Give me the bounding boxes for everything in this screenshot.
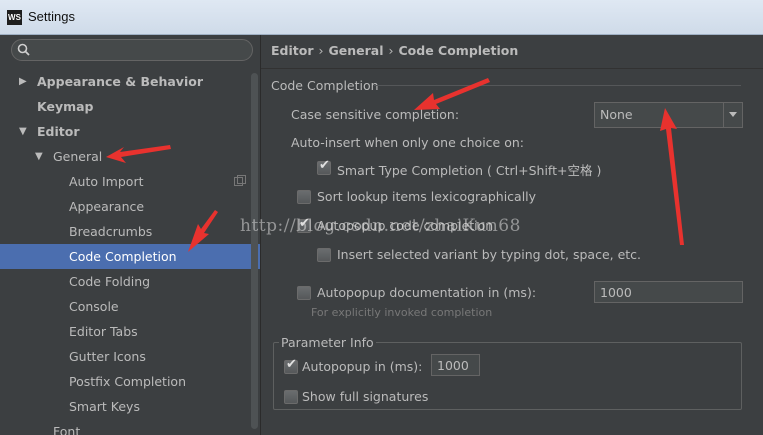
case-sensitive-select[interactable]: None — [594, 102, 743, 128]
tree-item-general[interactable]: ▼ General — [0, 144, 260, 169]
tree-item-auto-import[interactable]: Auto Import — [0, 169, 260, 194]
expand-arrow-icon[interactable]: ▶ — [19, 69, 27, 94]
settings-content-pane: Editor › General › Code Completion Code Comp… — [261, 35, 763, 435]
tree-item-postfix-completion[interactable]: Postfix Completion — [0, 369, 260, 394]
section-divider — [374, 85, 741, 86]
tree-item-gutter-icons[interactable]: Gutter Icons — [0, 344, 260, 369]
breadcrumb: Editor › General › Code Completion — [271, 43, 518, 58]
smart-type-checkbox[interactable]: ✔ — [317, 158, 331, 175]
tree-item-label: Postfix Completion — [69, 374, 186, 389]
tree-item-label: Keymap — [37, 99, 94, 114]
insert-selected-checkbox[interactable] — [317, 248, 331, 262]
param-autopopup-checkbox[interactable]: ✔ — [284, 357, 298, 374]
search-icon — [17, 43, 30, 56]
case-sensitive-value: None — [600, 107, 633, 122]
tree-item-appearance[interactable]: Appearance — [0, 194, 260, 219]
tree-item-label: General — [53, 149, 103, 164]
sort-lookup-checkbox[interactable] — [297, 190, 311, 204]
window-titlebar[interactable]: WS Settings — [0, 0, 763, 35]
tree-item-label: Code Completion — [69, 249, 177, 264]
tree-item-label: Appearance & Behavior — [37, 74, 203, 89]
tree-item-font[interactable]: Font — [0, 419, 260, 435]
tree-item-editor[interactable]: ▼ Editor — [0, 119, 260, 144]
tree-item-smart-keys[interactable]: Smart Keys — [0, 394, 260, 419]
tree-item-label: Breadcrumbs — [69, 224, 153, 239]
settings-search-input[interactable] — [11, 39, 253, 61]
tree-item-label: Font — [53, 424, 81, 435]
insert-selected-label: Insert selected variant by typing dot, s… — [337, 247, 642, 262]
case-sensitive-label: Case sensitive completion: — [291, 107, 460, 122]
webstorm-app-icon: WS — [7, 10, 22, 25]
checkmark-icon: ✔ — [299, 216, 310, 231]
autopopup-doc-label: Autopopup documentation in (ms): — [317, 285, 537, 300]
tree-item-label: Editor Tabs — [69, 324, 138, 339]
project-settings-copy-icon — [234, 175, 246, 186]
collapse-arrow-icon[interactable]: ▼ — [35, 144, 43, 169]
autopopup-doc-hint: For explicitly invoked completion — [311, 306, 493, 319]
show-full-signatures-label: Show full signatures — [302, 389, 429, 404]
tree-item-console[interactable]: Console — [0, 294, 260, 319]
collapse-arrow-icon[interactable]: ▼ — [19, 119, 27, 144]
tree-scrollbar[interactable] — [251, 73, 258, 429]
checkmark-icon: ✔ — [286, 357, 297, 372]
tree-item-label: Console — [69, 299, 119, 314]
chevron-down-icon[interactable] — [723, 103, 742, 127]
tree-item-label: Code Folding — [69, 274, 151, 289]
tree-item-code-folding[interactable]: Code Folding — [0, 269, 260, 294]
header-divider — [261, 68, 763, 69]
parameter-info-title: Parameter Info — [279, 335, 376, 350]
autopopup-doc-delay-input[interactable]: 1000 — [594, 281, 743, 303]
tree-item-code-completion[interactable]: Code Completion — [0, 244, 260, 269]
autopopup-code-label: Autopopup code completion — [317, 218, 494, 233]
show-full-signatures-checkbox[interactable] — [284, 390, 298, 404]
param-autopopup-label: Autopopup in (ms): — [302, 359, 423, 374]
tree-item-label: Smart Keys — [69, 399, 140, 414]
tree-item-label: Appearance — [69, 199, 145, 214]
breadcrumb-separator: › — [318, 43, 324, 58]
param-autopopup-delay-input[interactable]: 1000 — [431, 354, 480, 376]
parameter-info-group: Parameter Info ✔ Autopopup in (ms): 1000… — [273, 335, 742, 410]
tree-item-label: Gutter Icons — [69, 349, 146, 364]
autopopup-doc-checkbox[interactable] — [297, 286, 311, 300]
tree-item-label: Editor — [37, 124, 80, 139]
checkmark-icon: ✔ — [319, 158, 330, 173]
tree-item-keymap[interactable]: Keymap — [0, 94, 260, 119]
smart-type-label: Smart Type Completion ( Ctrl+Shift+空格 ) — [337, 163, 602, 178]
breadcrumb-separator: › — [388, 43, 394, 58]
window-title: Settings — [28, 9, 75, 24]
breadcrumb-item-code-completion: Code Completion — [398, 43, 519, 58]
autopopup-code-checkbox[interactable]: ✔ — [297, 216, 311, 233]
tree-item-appearance-behavior[interactable]: ▶ Appearance & Behavior — [0, 69, 260, 94]
tree-item-editor-tabs[interactable]: Editor Tabs — [0, 319, 260, 344]
tree-item-breadcrumbs[interactable]: Breadcrumbs — [0, 219, 260, 244]
breadcrumb-item-editor: Editor — [271, 43, 314, 58]
settings-tree-pane: ▶ Appearance & Behavior Keymap ▼ Editor … — [0, 35, 260, 435]
section-title-code-completion: Code Completion — [271, 78, 379, 93]
breadcrumb-item-general: General — [328, 43, 384, 58]
auto-insert-label: Auto-insert when only one choice on: — [291, 135, 524, 150]
tree-item-label: Auto Import — [69, 174, 144, 189]
sort-lookup-label: Sort lookup items lexicographically — [317, 189, 537, 204]
